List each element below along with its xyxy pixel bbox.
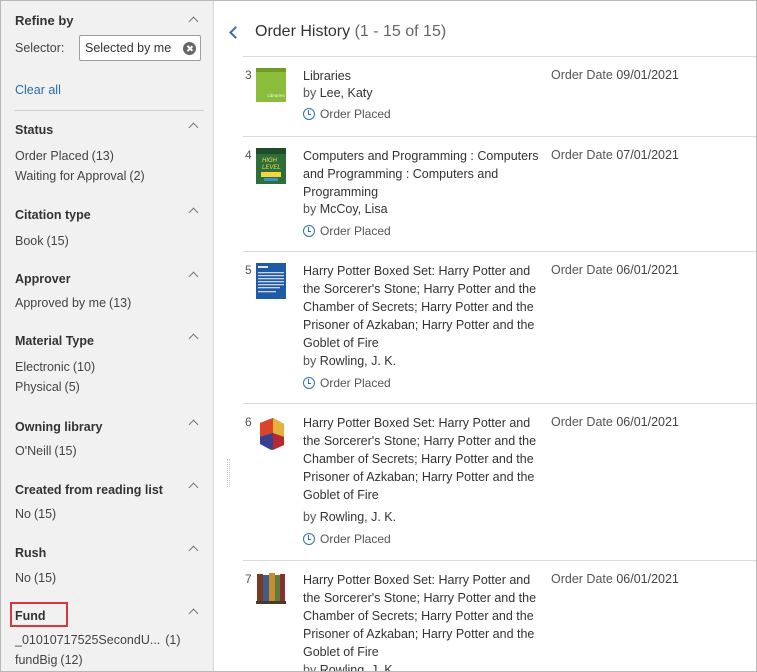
order-row: 4 HIGH LEVEL Computers and Programming :…	[243, 136, 756, 251]
facet-item[interactable]: No (15)	[15, 571, 56, 585]
order-date: Order Date 06/01/2021	[551, 572, 679, 586]
chevron-up-icon[interactable]	[188, 607, 200, 617]
order-author: by Rowling, J. K.	[303, 663, 397, 672]
facet-title[interactable]: Material Type	[15, 334, 94, 348]
facet-item[interactable]: No (15)	[15, 507, 56, 521]
selector-value: Selected by me	[85, 41, 172, 55]
facet-title[interactable]: Owning library	[15, 420, 103, 434]
order-date: Order Date 09/01/2021	[551, 68, 679, 82]
facet-item[interactable]: Physical (5)	[15, 380, 80, 394]
order-row: 3 Libraries Libraries by Lee, Katy Order…	[243, 56, 756, 136]
order-title[interactable]: Harry Potter Boxed Set: Harry Potter and…	[303, 414, 543, 504]
clock-icon	[303, 225, 315, 237]
order-history-panel: Order History (1 - 15 of 15) 3 Libraries…	[215, 1, 756, 672]
order-status: Order Placed	[303, 107, 391, 121]
refine-title: Refine by	[15, 13, 74, 28]
facet-item[interactable]: O'Neill (15)	[15, 444, 77, 458]
clock-icon	[303, 533, 315, 545]
chevron-up-icon[interactable]	[188, 418, 200, 428]
app-frame: Refine by Selector: Selected by me Clear…	[0, 0, 757, 672]
cover-text: LEVEL	[262, 165, 281, 171]
back-chevron-icon[interactable]	[229, 26, 242, 39]
facet-item[interactable]: Book (15)	[15, 234, 69, 248]
chevron-up-icon[interactable]	[188, 270, 200, 280]
order-row: 5 Harry Potter Boxed Set: Harry Potter a…	[243, 251, 756, 403]
order-title[interactable]: Harry Potter Boxed Set: Harry Potter and…	[303, 571, 543, 661]
order-author: by Lee, Katy	[303, 86, 373, 100]
book-cover-thumbnail[interactable]	[256, 263, 286, 299]
order-status: Order Placed	[303, 224, 391, 238]
order-row: 7 Harry Potter Boxed Set: Harry Potter a…	[243, 560, 756, 672]
order-date: Order Date 06/01/2021	[551, 263, 679, 277]
book-cover-thumbnail[interactable]: HIGH LEVEL	[256, 148, 286, 184]
facet-item[interactable]: _01010717525SecondU... (1)	[15, 633, 181, 647]
book-cover-thumbnail[interactable]	[256, 572, 286, 604]
order-status: Order Placed	[303, 532, 391, 546]
page-title: Order History (1 - 15 of 15)	[255, 23, 447, 40]
order-author: by Rowling, J. K.	[303, 354, 397, 368]
selector-label: Selector:	[15, 41, 65, 55]
order-status: Order Placed	[303, 376, 391, 390]
chevron-up-icon[interactable]	[188, 15, 200, 25]
book-cover-thumbnail[interactable]	[256, 415, 286, 451]
facet-title[interactable]: Citation type	[15, 208, 91, 222]
facet-item[interactable]: Order Placed (13)	[15, 149, 114, 163]
clear-all-link[interactable]: Clear all	[15, 83, 61, 97]
order-index: 6	[245, 415, 252, 429]
refine-sidebar: Refine by Selector: Selected by me Clear…	[1, 1, 214, 671]
order-index: 5	[245, 263, 252, 277]
cover-text: Libraries	[267, 93, 285, 98]
chevron-up-icon[interactable]	[188, 206, 200, 216]
clear-selector-icon[interactable]	[183, 42, 196, 55]
facet-title[interactable]: Created from reading list	[15, 483, 163, 497]
selector-chip[interactable]: Selected by me	[79, 35, 201, 61]
order-index: 4	[245, 148, 252, 162]
facet-title[interactable]: Rush	[15, 546, 46, 560]
book-cover-thumbnail[interactable]: Libraries	[256, 68, 286, 102]
chevron-up-icon[interactable]	[188, 481, 200, 491]
refine-header: Refine by Selector: Selected by me Clear…	[14, 1, 204, 111]
cover-text: HIGH	[262, 158, 278, 164]
order-date: Order Date 07/01/2021	[551, 148, 679, 162]
facet-title[interactable]: Fund	[15, 609, 46, 623]
facet-title[interactable]: Status	[15, 123, 53, 137]
facet-title[interactable]: Approver	[15, 272, 71, 286]
order-author: by Rowling, J. K.	[303, 510, 397, 524]
clock-icon	[303, 377, 315, 389]
order-title[interactable]: Computers and Programming : Computers an…	[303, 147, 543, 201]
chevron-up-icon[interactable]	[188, 544, 200, 554]
clock-icon	[303, 108, 315, 120]
facet-item[interactable]: Approved by me (13)	[15, 296, 131, 310]
facet-item[interactable]: fundBig (12)	[15, 653, 83, 667]
order-index: 7	[245, 572, 252, 586]
order-title[interactable]: Harry Potter Boxed Set: Harry Potter and…	[303, 262, 543, 352]
order-date: Order Date 06/01/2021	[551, 415, 679, 429]
order-title[interactable]: Libraries	[303, 67, 543, 85]
facet-item[interactable]: Electronic (10)	[15, 360, 95, 374]
order-index: 3	[245, 68, 252, 82]
order-author: by McCoy, Lisa	[303, 202, 388, 216]
chevron-up-icon[interactable]	[188, 121, 200, 131]
chevron-up-icon[interactable]	[188, 332, 200, 342]
facet-item[interactable]: Waiting for Approval (2)	[15, 169, 145, 183]
order-row: 6 Harry Potter Boxed Set: Harry Potter a…	[243, 403, 756, 560]
